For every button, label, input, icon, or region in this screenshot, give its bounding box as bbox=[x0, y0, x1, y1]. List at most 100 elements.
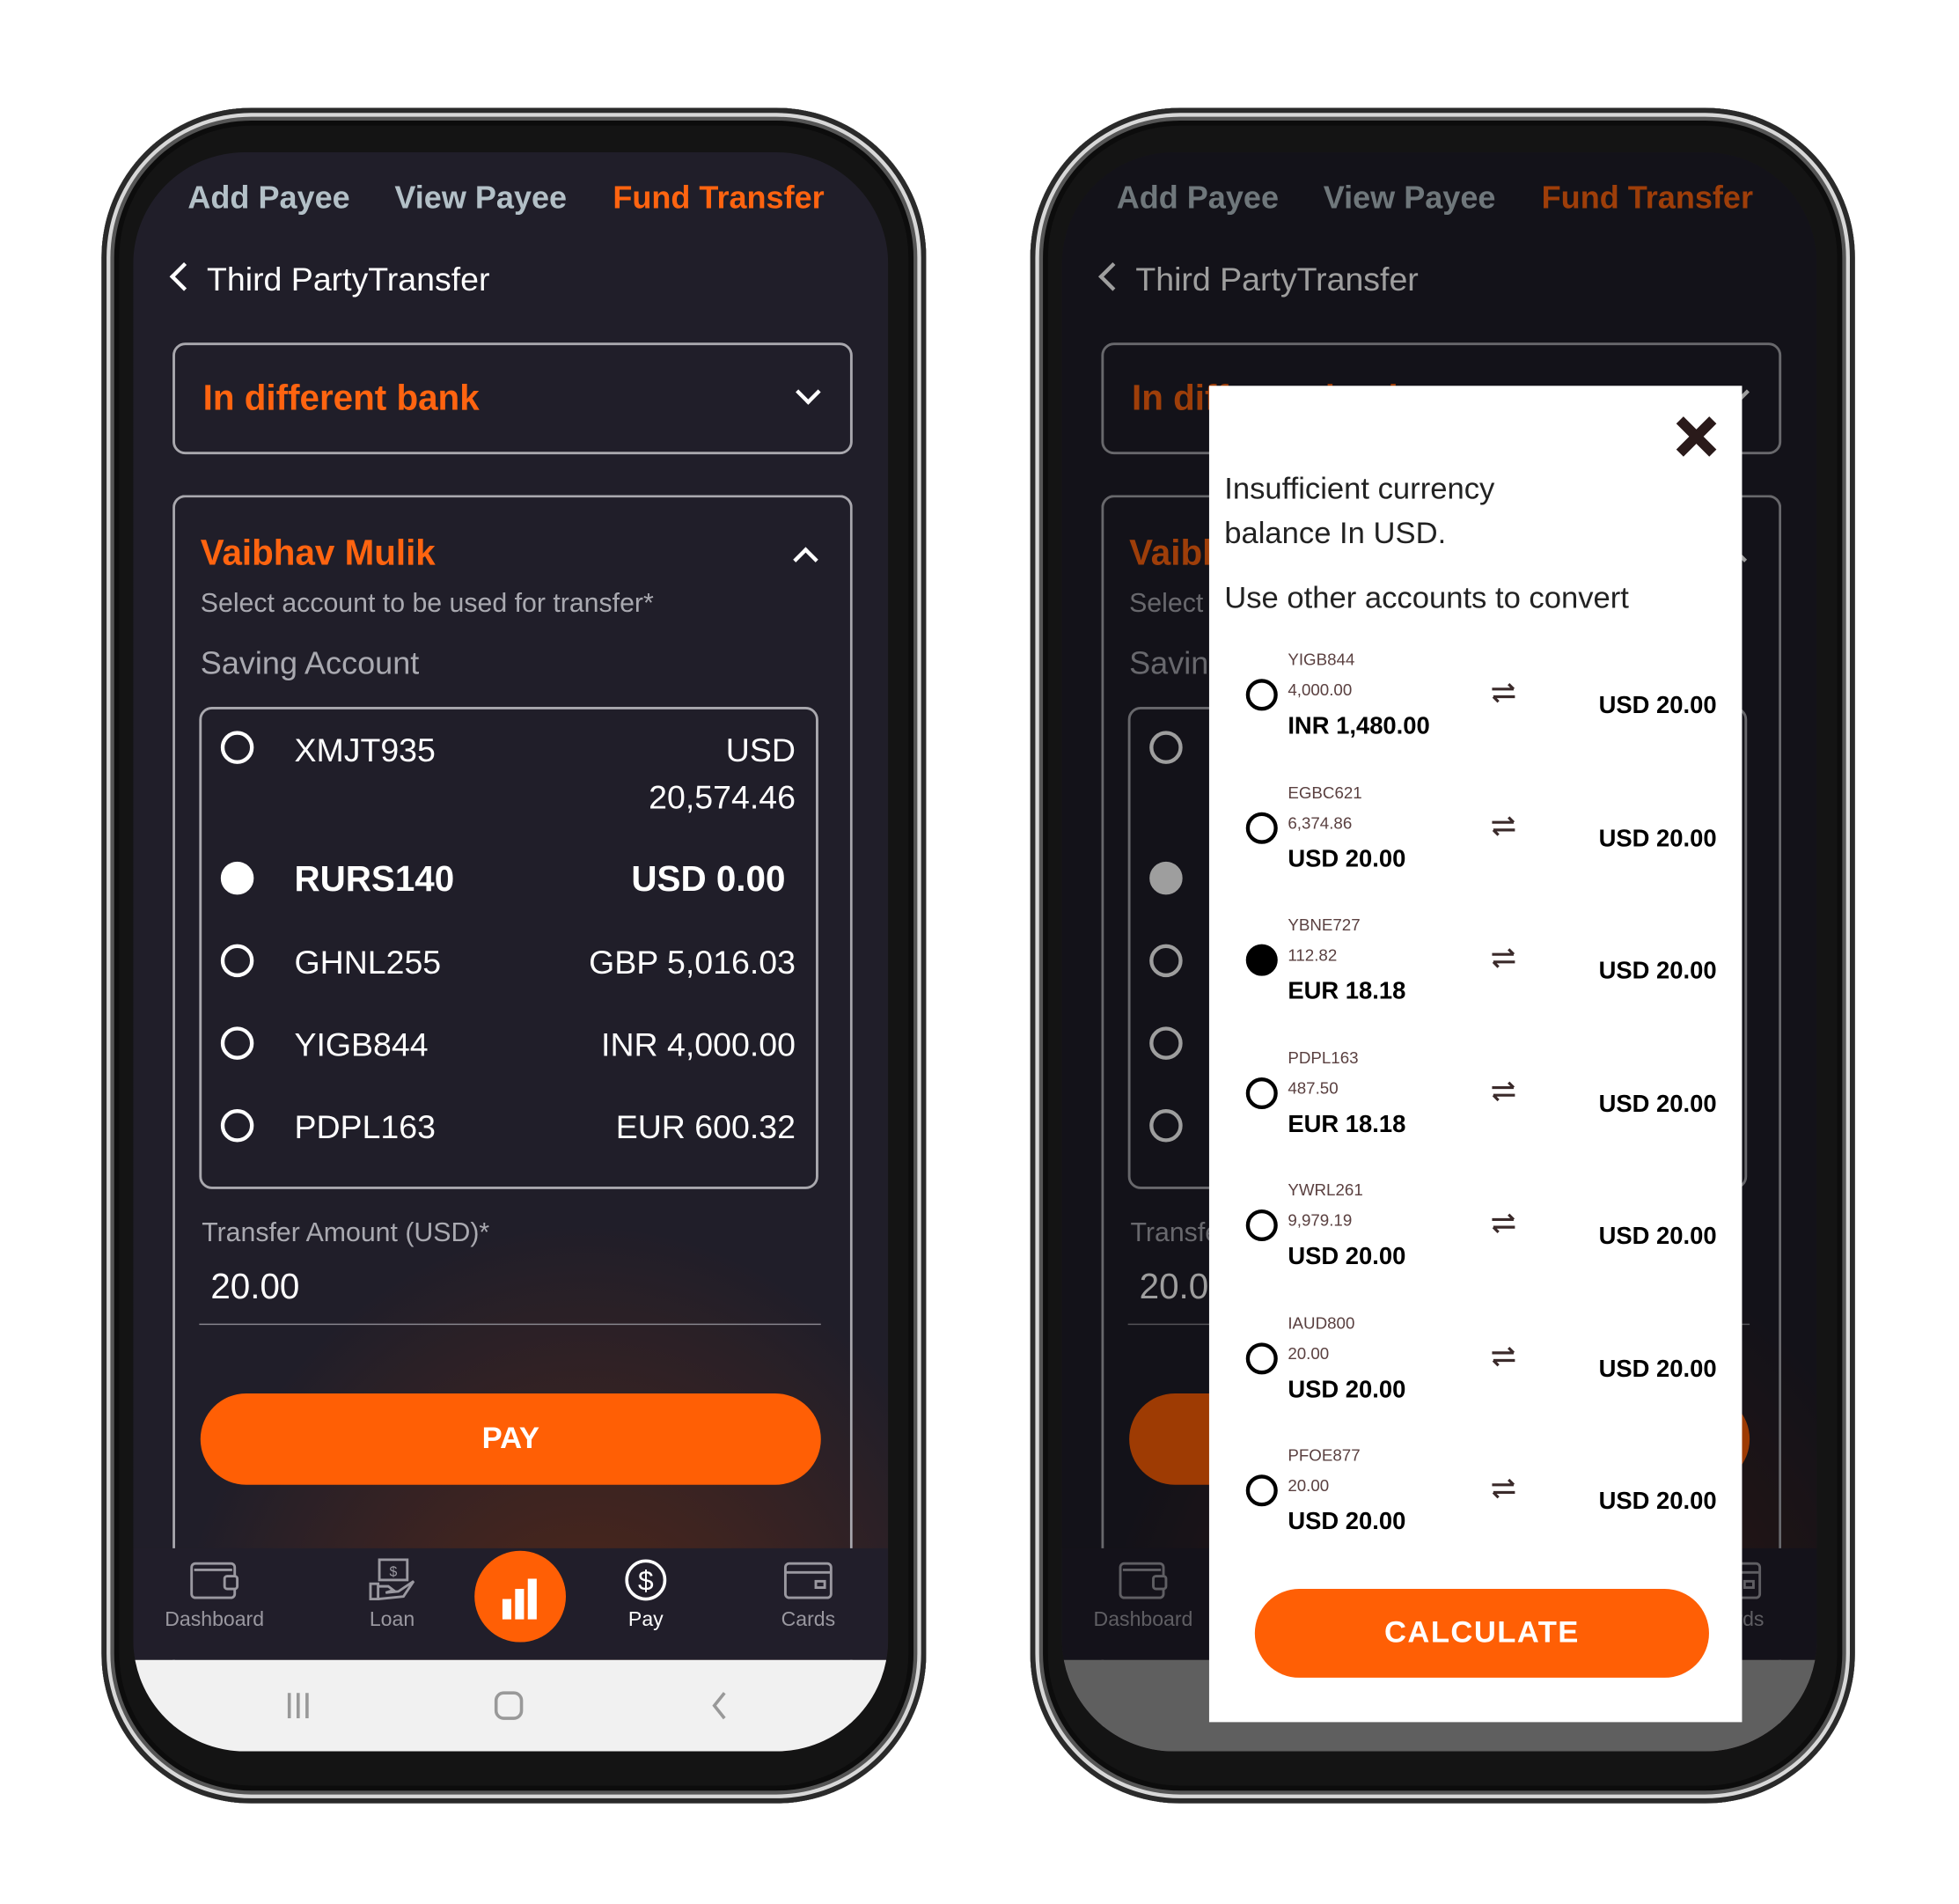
radio-button[interactable] bbox=[1245, 1209, 1278, 1241]
nav-loan[interactable]: $ Loan bbox=[316, 1558, 468, 1632]
converted-amount: EUR 18.18 bbox=[1288, 978, 1406, 1005]
radio-button[interactable] bbox=[1245, 679, 1278, 711]
converted-amount: USD 20.00 bbox=[1288, 1509, 1406, 1536]
account-balance: USD 0.00 bbox=[631, 859, 786, 899]
account-balance: 6,374.86 bbox=[1288, 812, 1353, 833]
account-id: YIGB844 bbox=[1288, 650, 1355, 669]
account-row[interactable]: XMJT935 USD 20,574.46 bbox=[202, 709, 816, 849]
conversion-row[interactable]: IAUD800 20.00 USD 20.00 USD 20.00 bbox=[1209, 1312, 1743, 1439]
swap-icon bbox=[1492, 1478, 1515, 1499]
nav-cards[interactable]: Cards bbox=[732, 1558, 884, 1632]
swap-icon bbox=[1492, 1346, 1515, 1366]
radio-button[interactable] bbox=[1245, 1077, 1278, 1109]
modal-message: Insufficient currency bbox=[1224, 472, 1495, 507]
swap-icon bbox=[1492, 682, 1515, 703]
page-title: Third PartyTransfer bbox=[206, 260, 490, 298]
payee-name: Vaibhav Mulik bbox=[200, 533, 436, 573]
radio-button[interactable] bbox=[1245, 811, 1278, 844]
nav-pay[interactable]: $ Pay bbox=[569, 1558, 722, 1632]
target-amount: USD 20.00 bbox=[1598, 1223, 1717, 1251]
loan-hand-icon: $ bbox=[369, 1558, 415, 1600]
swap-icon bbox=[1492, 1213, 1515, 1234]
account-row[interactable]: GHNL255 GBP 5,016.03 bbox=[202, 937, 816, 1018]
transfer-type-value: In different bank bbox=[202, 378, 480, 418]
conversion-row[interactable]: YIGB844 4,000.00 INR 1,480.00 USD 20.00 bbox=[1209, 650, 1743, 776]
pay-button[interactable]: PAY bbox=[200, 1393, 821, 1485]
conversion-row[interactable]: PFOE877 20.00 USD 20.00 USD 20.00 bbox=[1209, 1445, 1743, 1572]
account-balance: INR 4,000.00 bbox=[601, 1025, 796, 1064]
converted-amount: INR 1,480.00 bbox=[1288, 713, 1430, 740]
conversion-modal: Insufficient currency balance In USD. Use … bbox=[1208, 386, 1743, 1723]
home-icon[interactable] bbox=[492, 1690, 525, 1721]
tab-view-payee[interactable]: View Payee bbox=[394, 180, 567, 217]
account-type-label: Saving Account bbox=[200, 645, 420, 682]
target-amount: USD 20.00 bbox=[1598, 1356, 1717, 1383]
wallet-icon bbox=[190, 1562, 239, 1599]
transfer-type-dropdown[interactable]: In different bank bbox=[172, 342, 853, 455]
account-currency: USD bbox=[725, 731, 796, 769]
account-id: PDPL163 bbox=[294, 1107, 436, 1146]
conversion-row[interactable]: PDPL163 487.50 EUR 18.18 USD 20.00 bbox=[1209, 1048, 1743, 1174]
svg-text:$: $ bbox=[638, 1564, 654, 1596]
conversion-row[interactable]: EGBC621 6,374.86 USD 20.00 USD 20.00 bbox=[1209, 783, 1743, 909]
radio-button[interactable] bbox=[1245, 1474, 1278, 1507]
radio-button-selected[interactable] bbox=[220, 861, 254, 895]
radio-button[interactable] bbox=[220, 1109, 254, 1143]
transfer-screen-with-modal: Add Payee View Payee Fund Transfer Third… bbox=[1061, 152, 1817, 1752]
radio-button[interactable] bbox=[1245, 944, 1278, 976]
swap-icon bbox=[1492, 948, 1515, 968]
amount-label: Transfer Amount (USD)* bbox=[202, 1218, 490, 1248]
modal-prompt: Use other accounts to convert bbox=[1224, 581, 1629, 616]
account-instruction: Select account to be used for transfer* bbox=[200, 588, 654, 619]
account-id: PDPL163 bbox=[1288, 1048, 1359, 1067]
nav-label: Pay bbox=[627, 1609, 664, 1631]
amount-input[interactable]: 20.00 bbox=[199, 1259, 821, 1326]
account-id: XMJT935 bbox=[294, 731, 436, 769]
nav-label: Loan bbox=[369, 1609, 415, 1631]
nav-label: Dashboard bbox=[165, 1609, 265, 1631]
amount-value: 20.00 bbox=[210, 1266, 300, 1306]
account-row[interactable]: YIGB844 INR 4,000.00 bbox=[202, 1020, 816, 1101]
calculate-button[interactable]: CALCULATE bbox=[1254, 1589, 1709, 1678]
account-balance: 9,979.19 bbox=[1288, 1210, 1353, 1231]
chevron-up-icon[interactable] bbox=[793, 547, 818, 573]
recent-apps-icon[interactable] bbox=[282, 1690, 313, 1721]
nav-label: Cards bbox=[781, 1609, 836, 1631]
converted-amount: USD 20.00 bbox=[1288, 1243, 1406, 1271]
tab-add-payee[interactable]: Add Payee bbox=[187, 180, 349, 217]
account-balance: 112.82 bbox=[1288, 945, 1338, 965]
chevron-down-icon bbox=[796, 379, 821, 405]
radio-button[interactable] bbox=[220, 944, 254, 978]
account-id: RURS140 bbox=[294, 859, 455, 899]
analytics-button[interactable] bbox=[474, 1550, 566, 1643]
account-id: GHNL255 bbox=[294, 943, 442, 981]
account-row[interactable]: PDPL163 EUR 600.32 bbox=[202, 1103, 816, 1184]
swap-icon bbox=[1492, 1080, 1515, 1101]
account-id: YIGB844 bbox=[294, 1025, 429, 1064]
converted-amount: USD 20.00 bbox=[1288, 1376, 1406, 1403]
bar-chart-icon bbox=[502, 1578, 537, 1620]
nav-dashboard[interactable]: Dashboard bbox=[138, 1558, 290, 1632]
target-amount: USD 20.00 bbox=[1598, 825, 1717, 853]
modal-message: balance In USD. bbox=[1224, 516, 1447, 551]
system-nav-bar bbox=[133, 1659, 889, 1752]
account-row[interactable]: RURS140 USD 0.00 bbox=[202, 849, 816, 930]
conversion-row[interactable]: YBNE727 112.82 EUR 18.18 USD 20.00 bbox=[1209, 915, 1743, 1041]
phone-right: Add Payee View Payee Fund Transfer Third… bbox=[1030, 107, 1855, 1804]
account-id: IAUD800 bbox=[1288, 1312, 1355, 1333]
back-chevron-icon[interactable] bbox=[169, 261, 199, 291]
radio-button[interactable] bbox=[220, 731, 254, 764]
close-icon[interactable] bbox=[1674, 414, 1720, 459]
account-balance: 20,574.46 bbox=[649, 777, 796, 817]
dollar-circle-icon: $ bbox=[625, 1559, 667, 1601]
account-id: YBNE727 bbox=[1288, 915, 1361, 935]
tab-fund-transfer[interactable]: Fund Transfer bbox=[613, 180, 824, 217]
converted-amount: EUR 18.18 bbox=[1288, 1111, 1406, 1138]
account-balance: 20.00 bbox=[1288, 1475, 1330, 1496]
radio-button[interactable] bbox=[220, 1026, 254, 1060]
conversion-row[interactable]: YWRL261 9,979.19 USD 20.00 USD 20.00 bbox=[1209, 1180, 1743, 1307]
account-id: YWRL261 bbox=[1288, 1180, 1363, 1200]
radio-button[interactable] bbox=[1245, 1342, 1278, 1374]
back-icon[interactable] bbox=[707, 1690, 732, 1721]
account-id: PFOE877 bbox=[1288, 1445, 1361, 1465]
